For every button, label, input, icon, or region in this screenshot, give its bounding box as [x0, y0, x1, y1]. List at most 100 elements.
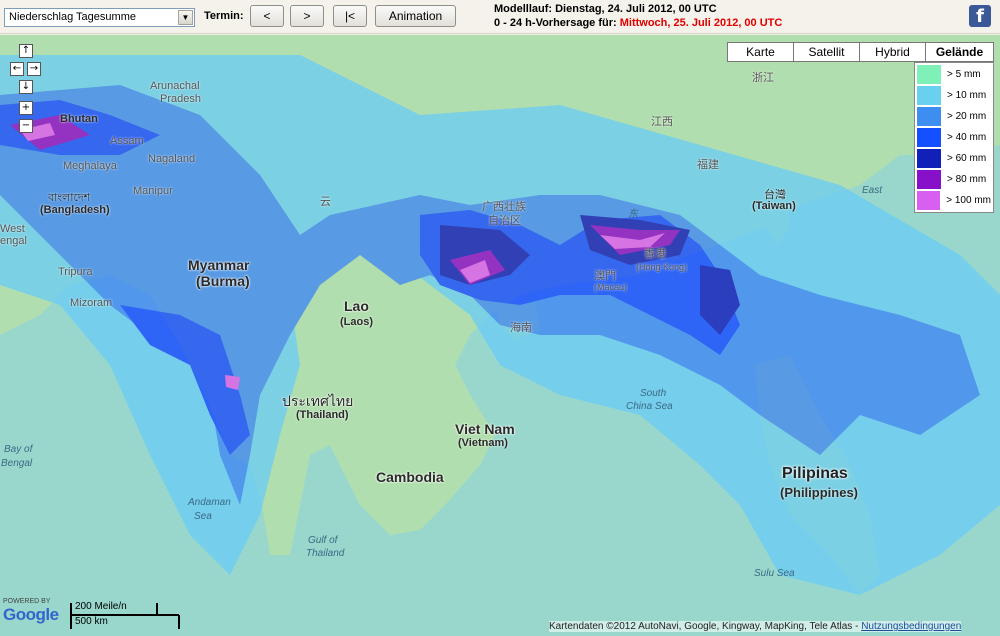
- label-myanmar: Myanmar: [188, 257, 250, 273]
- label-bay-bengal: Bengal: [1, 458, 33, 469]
- legend-label: > 20 mm: [947, 111, 987, 122]
- label-guangxi2: 自治区: [488, 215, 521, 227]
- google-logo[interactable]: POWERED BY Google: [3, 598, 59, 625]
- label-philippines: (Philippines): [780, 485, 858, 500]
- label-meghalaya: Meghalaya: [63, 160, 117, 172]
- pan-right-button[interactable]: →: [27, 62, 41, 76]
- prev-button[interactable]: <: [250, 5, 284, 27]
- label-laos-sub: (Laos): [340, 316, 373, 328]
- scale-bar: 200 Meile/n 500 km: [69, 601, 181, 631]
- zoom-in-button[interactable]: +: [19, 101, 33, 115]
- first-button[interactable]: |<: [333, 5, 367, 27]
- legend-swatch: [917, 149, 941, 168]
- legend-row: > 10 mm: [917, 85, 991, 106]
- toolbar: Niederschlag Tagesumme ▼ Termin: < > |< …: [0, 0, 1000, 34]
- label-andaman: Andaman: [188, 497, 231, 508]
- animation-button[interactable]: Animation: [375, 5, 456, 27]
- label-bengal: engal: [0, 235, 27, 247]
- label-dong: 东: [628, 209, 638, 220]
- map-canvas: [0, 35, 1000, 636]
- label-bhutan: Bhutan: [60, 113, 98, 125]
- label-yunnan: 云: [320, 196, 331, 208]
- maptype-gelaende[interactable]: Gelände: [925, 42, 994, 62]
- label-manipur: Manipur: [133, 185, 173, 197]
- pan-left-button[interactable]: ←: [10, 62, 24, 76]
- maptype-karte[interactable]: Karte: [727, 42, 794, 62]
- legend-label: > 80 mm: [947, 174, 987, 185]
- legend-label: > 10 mm: [947, 90, 987, 101]
- label-east: East: [862, 185, 883, 196]
- label-zhejiang: 浙江: [752, 72, 774, 84]
- label-arunachal: Arunachal: [150, 80, 200, 92]
- chevron-down-icon[interactable]: ▼: [178, 10, 193, 25]
- legend-swatch: [917, 107, 941, 126]
- legend-swatch: [917, 170, 941, 189]
- google-wordmark: Google: [3, 605, 59, 624]
- product-select-value: Niederschlag Tagesumme: [9, 11, 136, 23]
- label-south-china-sea: China Sea: [626, 401, 673, 412]
- label-hainan: 海南: [510, 322, 532, 334]
- legend-swatch: [917, 86, 941, 105]
- label-gulf-of: Gulf of: [308, 535, 338, 546]
- legend-row: > 60 mm: [917, 148, 991, 169]
- label-taiwan: (Taiwan): [752, 200, 796, 212]
- label-fujian: 福建: [697, 159, 719, 171]
- maptype-satellit[interactable]: Satellit: [793, 42, 860, 62]
- facebook-icon[interactable]: f: [969, 5, 991, 27]
- label-mizoram: Mizoram: [70, 297, 113, 309]
- label-thailand: (Thailand): [296, 409, 349, 421]
- product-select[interactable]: Niederschlag Tagesumme ▼: [4, 8, 195, 27]
- legend-row: > 80 mm: [917, 169, 991, 190]
- legend-swatch: [917, 191, 941, 210]
- termin-label: Termin:: [204, 10, 244, 22]
- label-sulu: Sulu Sea: [754, 568, 795, 579]
- scale-km: 500 km: [75, 616, 108, 627]
- scale-miles: 200 Meile/n: [75, 601, 127, 612]
- label-tripura: Tripura: [58, 266, 93, 278]
- label-vietnam: Viet Nam: [455, 421, 515, 437]
- powered-by-label: POWERED BY: [3, 598, 51, 605]
- label-nagaland: Nagaland: [148, 153, 196, 165]
- terms-link[interactable]: Nutzungsbedingungen: [861, 621, 961, 632]
- next-button[interactable]: >: [290, 5, 324, 27]
- label-jiangxi: 江西: [651, 116, 673, 128]
- map-copyright: Kartendaten ©2012 AutoNavi, Google, King…: [549, 621, 962, 632]
- map-view[interactable]: ↑ ← → ↓ + − Karte Satellit Hybrid Geländ…: [0, 35, 1000, 636]
- label-hongkong: (Hong Kong): [636, 262, 688, 272]
- label-vietnam-sub: (Vietnam): [458, 437, 508, 449]
- legend-label: > 100 mm: [946, 195, 991, 206]
- copyright-text: Kartendaten ©2012 AutoNavi, Google, King…: [549, 621, 862, 632]
- legend-row: > 20 mm: [917, 106, 991, 127]
- label-south: South: [640, 388, 667, 399]
- precip-layer: [0, 35, 1000, 636]
- precip-legend: > 5 mm > 10 mm > 20 mm > 40 mm > 60 mm >…: [914, 62, 994, 213]
- legend-label: > 40 mm: [947, 132, 987, 143]
- maptype-hybrid[interactable]: Hybrid: [859, 42, 926, 62]
- label-west: West: [0, 223, 25, 235]
- legend-label: > 5 mm: [947, 69, 981, 80]
- label-macau: (Macau): [594, 282, 628, 292]
- label-gulf-thailand: Thailand: [306, 548, 345, 559]
- legend-row: > 100 mm: [917, 190, 991, 211]
- legend-swatch: [917, 65, 941, 84]
- label-bay-of: Bay of: [4, 444, 33, 455]
- zoom-out-button[interactable]: −: [19, 119, 33, 133]
- pan-down-button[interactable]: ↓: [19, 80, 33, 94]
- forecast-prefix: 0 - 24 h-Vorhersage für:: [494, 17, 620, 29]
- model-run-info: Modelllauf: Dienstag, 24. Juli 2012, 00 …: [494, 2, 782, 30]
- label-hongkong-native: 香港: [644, 248, 666, 260]
- legend-row: > 5 mm: [917, 64, 991, 85]
- legend-row: > 40 mm: [917, 127, 991, 148]
- legend-swatch: [917, 128, 941, 147]
- label-burma: (Burma): [196, 273, 250, 289]
- label-assam: Assam: [110, 135, 144, 147]
- label-macau-native: 澳門: [594, 270, 616, 282]
- pan-up-button[interactable]: ↑: [19, 44, 33, 58]
- label-bangladesh: (Bangladesh): [40, 204, 110, 216]
- label-cambodia: Cambodia: [376, 469, 444, 485]
- label-pradesh: Pradesh: [160, 93, 201, 105]
- model-run-text: Modelllauf: Dienstag, 24. Juli 2012, 00 …: [494, 3, 717, 15]
- label-pilipinas: Pilipinas: [782, 465, 848, 482]
- legend-label: > 60 mm: [947, 153, 987, 164]
- label-laos: Lao: [344, 298, 369, 314]
